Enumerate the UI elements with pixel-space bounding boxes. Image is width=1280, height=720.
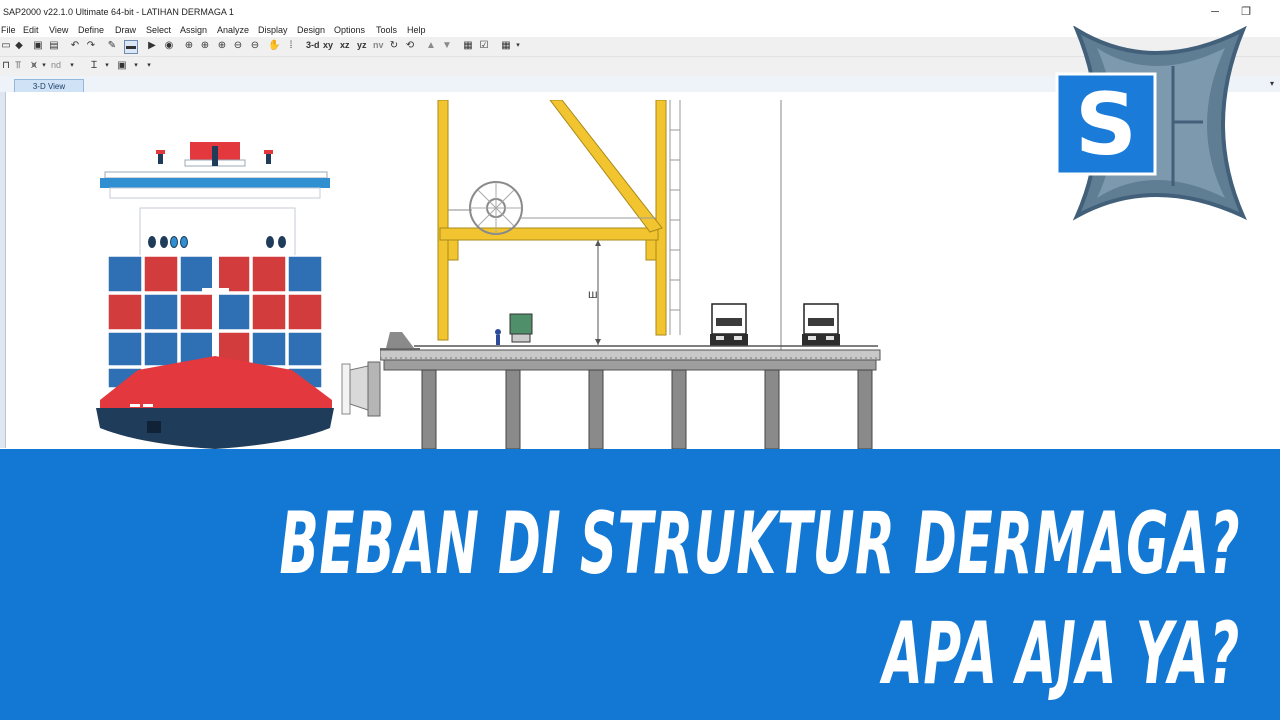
pier-crane-drawing: ш bbox=[380, 100, 881, 449]
display-options-icon[interactable]: ▦ bbox=[500, 40, 512, 52]
pencil-icon[interactable]: ✎ bbox=[106, 40, 118, 52]
menu-design[interactable]: Design bbox=[297, 25, 325, 35]
move-down-icon[interactable]: ▼ bbox=[441, 40, 453, 52]
zoom-in-icon[interactable]: ⊕ bbox=[216, 40, 228, 52]
pan-icon[interactable]: ✋ bbox=[268, 40, 280, 52]
view-xy-button[interactable]: xy bbox=[323, 40, 333, 50]
view-nv-button[interactable]: nv bbox=[373, 40, 384, 50]
run-step-icon[interactable]: ◉ bbox=[163, 40, 175, 52]
view-yz-button[interactable]: yz bbox=[357, 40, 367, 50]
zoom-window-icon[interactable]: ⊕ bbox=[183, 40, 195, 52]
view-xz-button[interactable]: xz bbox=[340, 40, 350, 50]
zoom-restore-icon[interactable]: ⊕ bbox=[199, 40, 211, 52]
print-icon[interactable]: ▤ bbox=[48, 40, 60, 52]
lock-icon[interactable]: ▬ bbox=[124, 40, 138, 54]
headline-line-2: APA AJA YA? bbox=[883, 604, 1240, 704]
i-section-icon[interactable]: Ɪ bbox=[88, 60, 100, 72]
fender-illustration bbox=[341, 361, 381, 417]
open-icon[interactable]: ▭ bbox=[0, 40, 12, 52]
dropdown-arrow-icon[interactable]: ▾ bbox=[143, 60, 155, 72]
dropdown-arrow-icon[interactable]: ▾ bbox=[130, 60, 142, 72]
dimension-label: ш bbox=[588, 287, 598, 301]
run-icon[interactable]: ▶ bbox=[146, 40, 158, 52]
menu-tools[interactable]: Tools bbox=[376, 25, 397, 35]
dropdown-arrow-icon[interactable]: ▾ bbox=[38, 60, 50, 72]
logo-letter: S bbox=[1075, 75, 1137, 175]
menu-select[interactable]: Select bbox=[146, 25, 171, 35]
menu-define[interactable]: Define bbox=[78, 25, 104, 35]
menu-edit[interactable]: Edit bbox=[23, 25, 39, 35]
menu-view[interactable]: View bbox=[49, 25, 68, 35]
rotate-icon[interactable]: ↻ bbox=[388, 40, 400, 52]
frame-icon[interactable]: ⊓ bbox=[0, 60, 12, 72]
truck-icon bbox=[802, 303, 840, 346]
menu-file[interactable]: File bbox=[1, 25, 16, 35]
menu-display[interactable]: Display bbox=[258, 25, 288, 35]
grid-options-icon[interactable]: ▦ bbox=[462, 40, 474, 52]
check-icon[interactable]: ☑ bbox=[478, 40, 490, 52]
truck-icon bbox=[710, 303, 748, 346]
dropdown-arrow-icon[interactable]: ▾ bbox=[66, 60, 78, 72]
window-title: SAP2000 v22.1.0 Ultimate 64-bit - LATIHA… bbox=[3, 7, 234, 17]
menu-assign[interactable]: Assign bbox=[180, 25, 207, 35]
tab-3d-view[interactable]: 3-D View bbox=[14, 79, 84, 93]
undo-icon[interactable]: ↶ bbox=[69, 40, 81, 52]
menu-analyze[interactable]: Analyze bbox=[217, 25, 249, 35]
area-icon[interactable]: ▣ bbox=[116, 60, 128, 72]
tab-dropdown-icon[interactable]: ▾ bbox=[1270, 79, 1274, 88]
zoom-fit-icon[interactable]: ⊖ bbox=[249, 40, 261, 52]
minimize-button[interactable]: ─ bbox=[1200, 4, 1230, 20]
perspective-icon[interactable]: ⟲ bbox=[404, 40, 416, 52]
view-3d-button[interactable]: 3-d bbox=[306, 40, 320, 50]
redo-icon[interactable]: ↷ bbox=[85, 40, 97, 52]
title-bar: SAP2000 v22.1.0 Ultimate 64-bit - LATIHA… bbox=[0, 0, 1280, 24]
menu-draw[interactable]: Draw bbox=[115, 25, 136, 35]
menu-help[interactable]: Help bbox=[407, 25, 426, 35]
draw-frame-icon[interactable]: ⫪ bbox=[12, 60, 24, 72]
dropdown-arrow-icon[interactable]: ▾ bbox=[101, 60, 113, 72]
zoom-out-icon[interactable]: ⊖ bbox=[232, 40, 244, 52]
sap2000-logo: S bbox=[1055, 26, 1247, 221]
tag-icon[interactable]: ◆ bbox=[13, 40, 25, 52]
move-up-icon[interactable]: ▲ bbox=[425, 40, 437, 52]
container-ship-illustration bbox=[96, 142, 334, 449]
save-icon[interactable]: ▣ bbox=[32, 40, 44, 52]
dropdown-arrow-icon[interactable]: ▾ bbox=[512, 40, 524, 52]
menu-options[interactable]: Options bbox=[334, 25, 365, 35]
headline-line-1: BEBAN DI STRUKTUR DERMAGA? bbox=[279, 494, 1240, 594]
maximize-button[interactable]: ❐ bbox=[1231, 4, 1261, 20]
point-icon[interactable]: ⁞ bbox=[285, 40, 297, 52]
nd-button[interactable]: nd bbox=[51, 60, 61, 70]
